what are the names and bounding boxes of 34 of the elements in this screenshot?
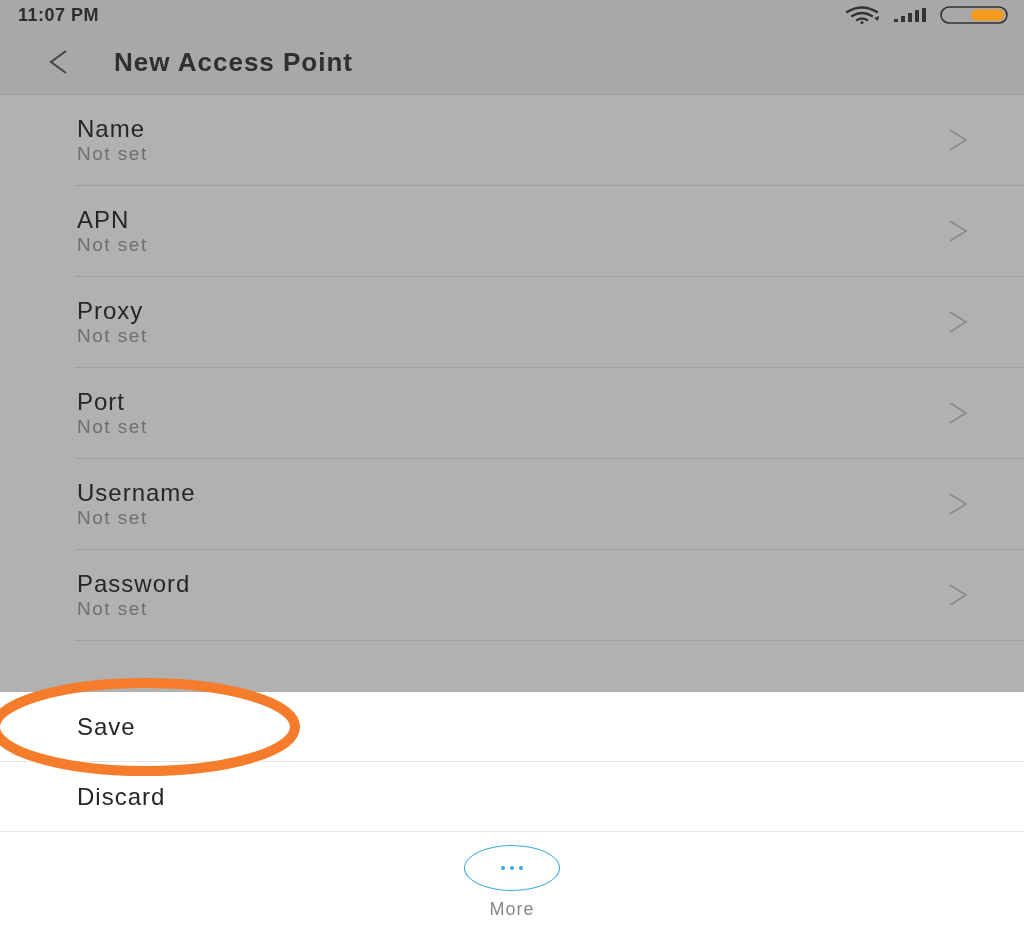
wifi-icon	[844, 6, 882, 24]
settings-row[interactable]: Password Not set	[75, 550, 1024, 641]
field-label: Port	[77, 388, 126, 416]
field-label: Proxy	[77, 297, 145, 325]
field-label: Username	[77, 479, 197, 507]
menu-item[interactable]: Save	[0, 692, 1024, 762]
menu-item[interactable]: Discard	[0, 762, 1024, 832]
field-value: Not set	[77, 234, 149, 256]
settings-row[interactable]: Username Not set	[75, 459, 1024, 550]
settings-row[interactable]: Proxy Not set	[75, 277, 1024, 368]
field-label: Password	[77, 570, 192, 598]
settings-row[interactable]: APN Not set	[75, 186, 1024, 277]
more-label: More	[489, 899, 535, 920]
battery-icon	[940, 6, 1008, 24]
chevron-right-icon	[948, 219, 968, 243]
field-value: Not set	[77, 598, 149, 620]
field-value: Not set	[77, 416, 149, 438]
page-title: New Access Point	[114, 46, 353, 78]
signal-icon	[894, 8, 928, 22]
settings-row[interactable]: Port Not set	[75, 368, 1024, 459]
chevron-right-icon	[948, 492, 968, 516]
chevron-right-icon	[948, 310, 968, 334]
chevron-right-icon	[948, 401, 968, 425]
field-label: APN	[77, 206, 131, 234]
chevron-right-icon	[948, 128, 968, 152]
field-value: Not set	[77, 143, 149, 165]
field-label: Name	[77, 115, 147, 143]
field-value: Not set	[77, 507, 149, 529]
clock-time: 11:07 PM	[18, 4, 101, 26]
settings-row[interactable]: Name Not set	[75, 95, 1024, 186]
back-icon	[47, 49, 69, 75]
field-value: Not set	[77, 325, 149, 347]
more-icon	[501, 866, 523, 870]
chevron-right-icon	[948, 583, 968, 607]
